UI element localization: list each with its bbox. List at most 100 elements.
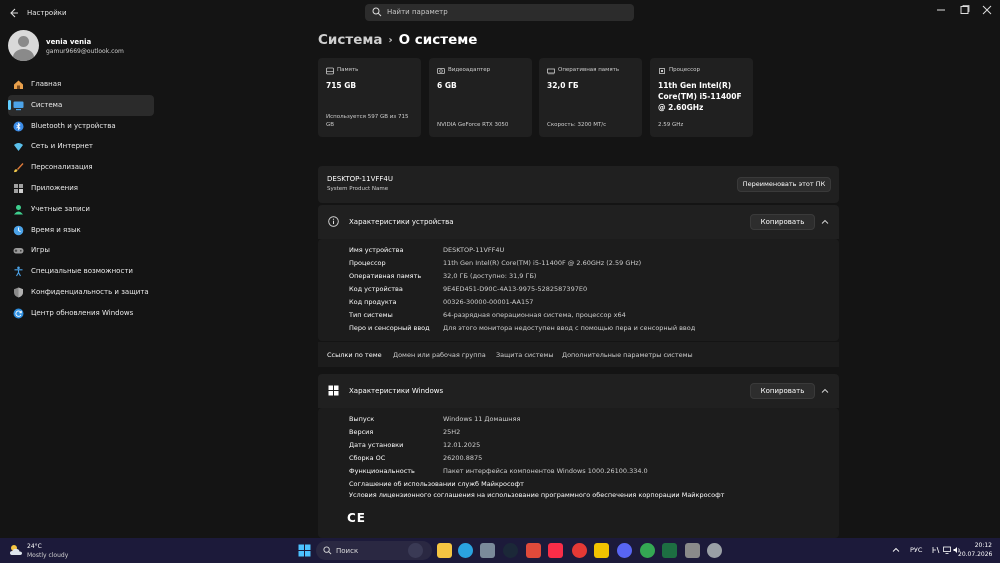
sidebar-item-gaming[interactable]: Игры xyxy=(8,240,154,261)
sidebar-item-bluetooth[interactable]: Bluetooth и устройства xyxy=(8,116,154,137)
chevron-up-icon[interactable] xyxy=(821,218,829,226)
minimize-button[interactable] xyxy=(934,4,948,16)
sidebar-item-network[interactable]: Сеть и Интернет xyxy=(8,136,154,157)
copy-windows-specs-button[interactable]: Копировать xyxy=(750,383,815,399)
music-icon[interactable] xyxy=(548,543,563,558)
globe-clock-icon xyxy=(13,225,24,236)
spec-label: Процессор xyxy=(349,259,386,267)
sidebar-item-home[interactable]: Главная xyxy=(8,74,154,95)
pc-name: DESKTOP-11VFF4U xyxy=(327,175,394,183)
gamepad-icon xyxy=(13,245,24,256)
gpu-icon xyxy=(437,67,445,75)
user-name: venia venia xyxy=(46,38,92,46)
spec-value: Windows 11 Домашняя xyxy=(443,415,521,423)
pc-name-row: DESKTOP-11VFF4U System Product Name Пере… xyxy=(318,166,839,203)
link-license-terms[interactable]: Условия лицензионного соглашения на испо… xyxy=(349,491,724,499)
pc-product-name: System Product Name xyxy=(327,186,389,192)
breadcrumb: Система › О системе xyxy=(318,32,477,48)
card-ram[interactable]: Оперативная память 32,0 ГБ Скорость: 320… xyxy=(539,58,642,137)
spec-label: Дата установки xyxy=(349,441,404,449)
excel-icon[interactable] xyxy=(662,543,677,558)
link-system-protection[interactable]: Защита системы xyxy=(496,351,554,359)
sidebar-item-time-language[interactable]: Время и язык xyxy=(8,220,154,241)
windows-specs-header[interactable]: Характеристики Windows Копировать xyxy=(318,374,839,408)
chevron-up-icon[interactable] xyxy=(821,387,829,395)
spec-value: Пакет интерфейса компонентов Windows 100… xyxy=(443,467,648,475)
related-links-title: Ссылки по теме xyxy=(327,351,382,359)
update-icon xyxy=(13,308,24,319)
file-explorer-icon[interactable] xyxy=(437,543,452,558)
network-icon[interactable] xyxy=(943,546,951,556)
clock-date: 20.07.2026 xyxy=(958,550,993,558)
red-app-icon[interactable] xyxy=(572,543,587,558)
settings-icon[interactable] xyxy=(707,543,722,558)
clock[interactable]: 20:12 20.07.2026 xyxy=(958,542,992,559)
chevron-up-icon[interactable] xyxy=(892,546,900,556)
card-gpu[interactable]: Видеоадаптер 6 GB NVIDIA GeForce RTX 305… xyxy=(429,58,532,137)
spec-label: Код продукта xyxy=(349,298,397,306)
link-advanced-system-settings[interactable]: Дополнительные параметры системы xyxy=(562,351,693,359)
spec-label: Тип системы xyxy=(349,311,393,319)
back-arrow-icon[interactable] xyxy=(8,7,20,19)
telegram-icon[interactable] xyxy=(458,543,473,558)
breadcrumb-separator: › xyxy=(388,35,393,46)
discord-icon[interactable] xyxy=(617,543,632,558)
colorful-app-icon[interactable] xyxy=(526,543,541,558)
sidebar-item-apps[interactable]: Приложения xyxy=(8,178,154,199)
chrome-icon[interactable] xyxy=(640,543,655,558)
link-domain-workgroup[interactable]: Домен или рабочая группа xyxy=(393,351,486,359)
taskbar-search[interactable]: Поиск xyxy=(316,541,432,560)
sidebar-item-accessibility[interactable]: Специальные возможности xyxy=(8,261,154,282)
user-email: gamur9669@outlook.com xyxy=(46,48,124,55)
search-icon xyxy=(372,7,382,17)
windows-logo-icon xyxy=(328,385,339,396)
spec-label: Оперативная память xyxy=(349,272,422,280)
card-cpu[interactable]: Процессор 11th Gen Intel(R) Core(TM) i5-… xyxy=(650,58,753,137)
avatar[interactable] xyxy=(8,30,39,61)
steam-icon[interactable] xyxy=(503,543,518,558)
search-placeholder: Найти параметр xyxy=(387,8,448,16)
spec-label: Имя устройства xyxy=(349,246,404,254)
yellow-app-icon[interactable] xyxy=(594,543,609,558)
spec-value: 11th Gen Intel(R) Core(TM) i5-11400F @ 2… xyxy=(443,259,642,267)
taskbar: 24°C Mostly cloudy Поиск РУС 20:12 20.07… xyxy=(0,538,1000,563)
bluetooth-icon xyxy=(13,121,24,132)
sidebar-item-personalization[interactable]: Персонализация xyxy=(8,157,154,178)
home-icon xyxy=(13,79,24,90)
ce-mark: CE xyxy=(347,511,367,525)
sidebar-item-system[interactable]: Система xyxy=(8,94,154,116)
search-icon xyxy=(323,546,332,557)
search-highlight-icon xyxy=(408,543,423,558)
spec-label: Код устройства xyxy=(349,285,403,293)
taskbar-search-placeholder: Поиск xyxy=(336,547,359,555)
sidebar-item-windows-update[interactable]: Центр обновления Windows xyxy=(8,303,154,324)
shield-icon xyxy=(13,287,24,298)
spec-value: 12.01.2025 xyxy=(443,441,481,449)
input-language[interactable]: РУС xyxy=(910,546,922,554)
spec-value: 00326-30000-00001-AA157 xyxy=(443,298,534,306)
grid-app-icon[interactable] xyxy=(480,543,495,558)
cloud-sun-icon[interactable] xyxy=(9,544,23,556)
breadcrumb-parent[interactable]: Система xyxy=(318,32,383,48)
spec-label: Сборка ОС xyxy=(349,454,386,462)
spec-value: Для этого монитора недоступен ввод с пом… xyxy=(443,324,696,332)
spec-label: Перо и сенсорный ввод xyxy=(349,324,430,332)
card-storage[interactable]: Память 715 GB Используется 597 GB из 715… xyxy=(318,58,421,137)
link-services-agreement[interactable]: Соглашение об использовании служб Майкро… xyxy=(349,480,524,488)
rename-pc-button[interactable]: Переименовать этот ПК xyxy=(737,177,831,192)
sidebar-item-accounts[interactable]: Учетные записи xyxy=(8,199,154,220)
spec-label: Версия xyxy=(349,428,374,436)
network-icon xyxy=(13,141,24,152)
ime-icon[interactable] xyxy=(932,546,940,556)
sidebar-item-privacy[interactable]: Конфиденциальность и защита xyxy=(8,282,154,303)
device-specs-header[interactable]: Характеристики устройства Копировать xyxy=(318,205,839,239)
maximize-button[interactable] xyxy=(957,4,971,16)
search-input[interactable]: Найти параметр xyxy=(365,4,634,21)
spec-value: 25H2 xyxy=(443,428,461,436)
weather-desc: Mostly cloudy xyxy=(27,552,69,559)
store-icon[interactable] xyxy=(685,543,700,558)
close-button[interactable] xyxy=(980,4,994,16)
copy-device-specs-button[interactable]: Копировать xyxy=(750,214,815,230)
start-icon[interactable] xyxy=(297,543,312,558)
cpu-icon xyxy=(658,67,666,75)
